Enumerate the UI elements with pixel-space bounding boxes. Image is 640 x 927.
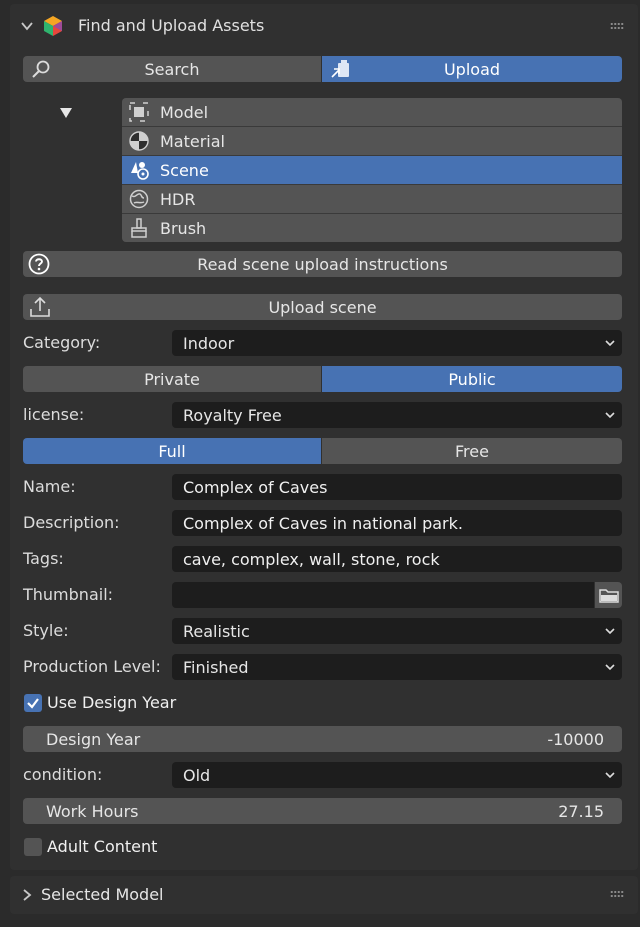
search-icon <box>32 60 50 78</box>
panel-header[interactable]: Find and Upload Assets <box>10 4 638 48</box>
category-value: Indoor <box>183 333 235 353</box>
category-dropdown[interactable]: Indoor <box>172 330 622 356</box>
chevron-down-icon <box>605 340 615 347</box>
model-icon <box>129 102 149 122</box>
condition-dropdown[interactable]: Old <box>172 762 622 788</box>
license-dropdown[interactable]: Royalty Free <box>172 402 622 428</box>
upload-scene-label: Upload scene <box>268 297 377 317</box>
adult-content-checkbox[interactable] <box>24 838 42 856</box>
chevron-right-icon[interactable] <box>20 888 34 902</box>
use-design-year-checkbox[interactable] <box>24 694 42 712</box>
name-value: Complex of Caves <box>183 477 328 497</box>
file-browse-button[interactable] <box>595 582 622 608</box>
scene-icon <box>131 162 149 180</box>
work-hours-value: 27.15 <box>558 801 604 821</box>
chevron-down-icon[interactable] <box>20 19 34 33</box>
blenderkit-logo-icon <box>44 16 62 36</box>
description-label: Description: <box>23 513 120 532</box>
brush-icon <box>131 218 147 238</box>
list-item-brush[interactable]: Brush <box>122 214 622 242</box>
tags-value: cave, complex, wall, stone, rock <box>183 549 440 569</box>
license-label: license: <box>23 405 85 424</box>
chevron-down-icon <box>605 664 615 671</box>
drag-grip-icon[interactable] <box>610 22 624 30</box>
condition-value: Old <box>183 765 211 785</box>
list-item-hdr[interactable]: HDR <box>122 185 622 213</box>
license-value: Royalty Free <box>183 405 282 425</box>
tab-search-label: Search <box>144 59 200 79</box>
tab-search[interactable]: Search <box>23 56 321 82</box>
design-year-value: -10000 <box>547 729 604 749</box>
list-item-label: Scene <box>160 160 209 180</box>
public-toggle[interactable]: Public <box>322 366 622 392</box>
public-label: Public <box>448 369 496 389</box>
work-hours-field[interactable]: Work Hours 27.15 <box>23 798 622 824</box>
upload-asset-icon <box>331 60 349 78</box>
adult-content-label[interactable]: Adult Content <box>47 837 157 857</box>
description-value: Complex of Caves in national park. <box>183 513 463 533</box>
use-design-year-label[interactable]: Use Design Year <box>47 693 176 713</box>
read-instructions-label: Read scene upload instructions <box>197 254 448 274</box>
free-label: Free <box>455 441 489 461</box>
name-label: Name: <box>23 477 76 496</box>
tags-label: Tags: <box>23 549 64 568</box>
description-field[interactable]: Complex of Caves in national park. <box>172 510 622 536</box>
folder-icon <box>598 589 619 603</box>
style-dropdown[interactable]: Realistic <box>172 618 622 644</box>
material-icon <box>129 131 149 151</box>
name-field[interactable]: Complex of Caves <box>172 474 622 500</box>
design-year-field[interactable]: Design Year -10000 <box>23 726 622 752</box>
selected-model-title: Selected Model <box>41 885 164 904</box>
chevron-down-icon <box>605 772 615 779</box>
assets-panel: Find and Upload Assets Search Upload Mod… <box>10 4 638 870</box>
production-level-value: Finished <box>183 657 249 677</box>
drag-grip-icon[interactable] <box>610 890 624 898</box>
thumbnail-label: Thumbnail: <box>23 585 114 604</box>
free-toggle[interactable]: Free <box>322 438 622 464</box>
list-item-label: Brush <box>160 218 207 238</box>
hdr-icon <box>129 189 149 209</box>
production-level-dropdown[interactable]: Finished <box>172 654 622 680</box>
style-label: Style: <box>23 621 69 640</box>
tab-upload[interactable]: Upload <box>322 56 622 82</box>
selected-model-panel-header[interactable]: Selected Model <box>10 876 638 914</box>
panel-title: Find and Upload Assets <box>78 16 265 35</box>
upload-icon <box>30 296 50 317</box>
private-label: Private <box>144 369 200 389</box>
list-item-scene[interactable]: Scene <box>122 156 622 184</box>
style-value: Realistic <box>183 621 250 641</box>
work-hours-label: Work Hours <box>46 801 139 821</box>
list-item-material[interactable]: Material <box>122 127 622 155</box>
list-item-label: Model <box>160 102 209 122</box>
production-level-label: Production Level: <box>23 657 161 676</box>
list-item-model[interactable]: Model <box>122 98 622 126</box>
upload-scene-button[interactable]: Upload scene <box>23 294 622 320</box>
tab-upload-label: Upload <box>443 59 501 79</box>
private-toggle[interactable]: Private <box>23 366 321 392</box>
chevron-down-icon <box>605 412 615 419</box>
full-label: Full <box>158 441 186 461</box>
list-item-label: Material <box>160 131 225 151</box>
condition-label: condition: <box>23 765 103 784</box>
collapse-triangle-icon[interactable] <box>59 107 73 119</box>
chevron-down-icon <box>605 628 615 635</box>
full-toggle[interactable]: Full <box>23 438 321 464</box>
tags-field[interactable]: cave, complex, wall, stone, rock <box>172 546 622 572</box>
asset-type-list: Model Material Scene HDR Brush <box>122 98 622 242</box>
thumbnail-field[interactable] <box>172 582 594 608</box>
checkmark-icon <box>27 698 39 709</box>
list-item-label: HDR <box>160 189 196 209</box>
read-instructions-button[interactable]: Read scene upload instructions <box>23 251 622 277</box>
category-label: Category: <box>23 333 101 352</box>
design-year-label: Design Year <box>46 729 141 749</box>
help-icon <box>28 253 50 275</box>
